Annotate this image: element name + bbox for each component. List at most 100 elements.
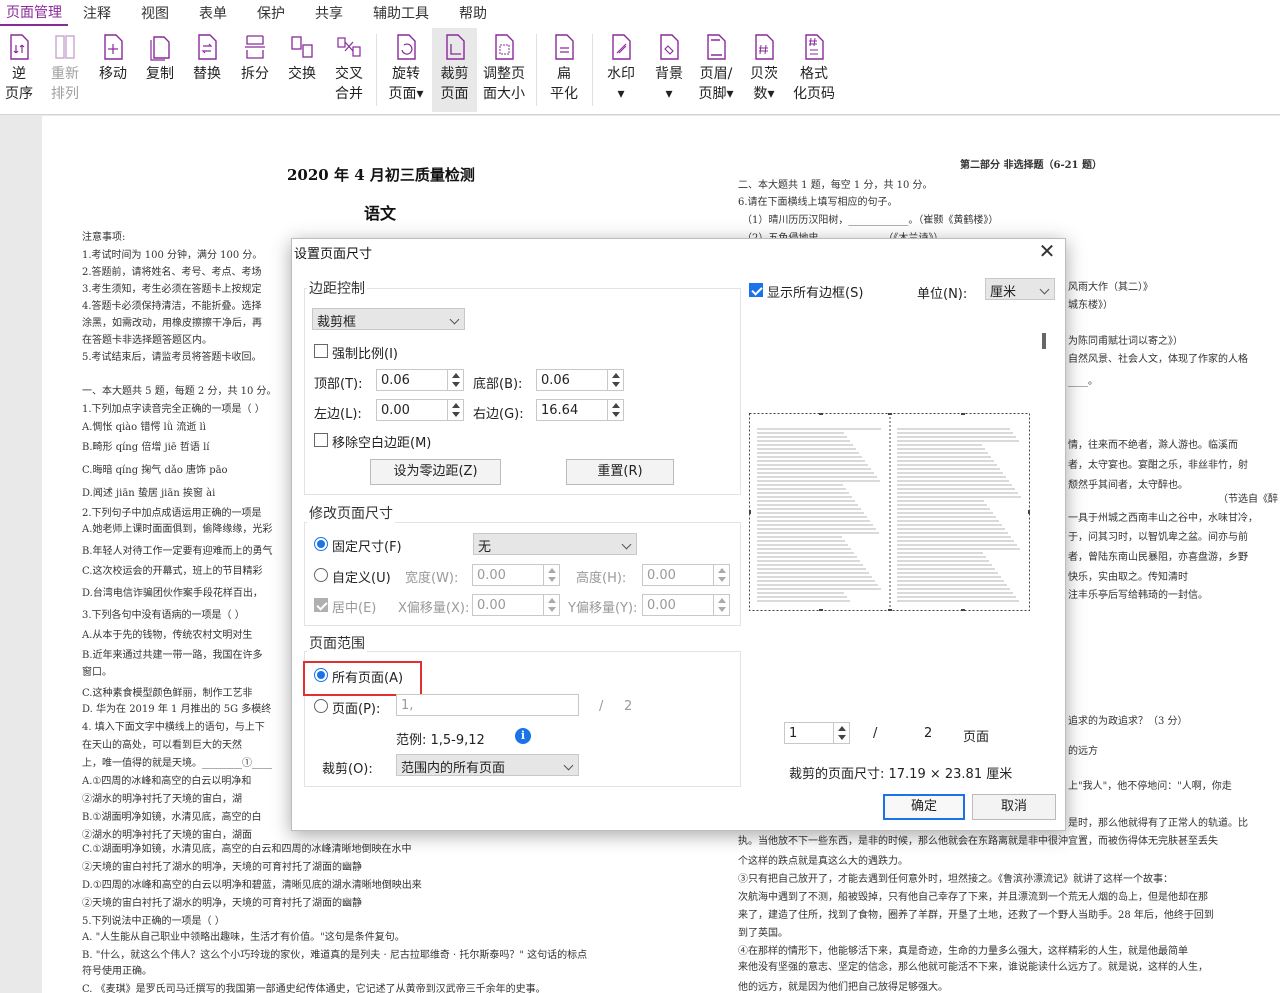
chevron-down-icon <box>1040 285 1050 295</box>
flatten-icon <box>551 32 577 62</box>
flatten-button[interactable]: 扁 平化 <box>544 28 584 112</box>
y-offset-input[interactable]: 0.00 <box>642 594 730 616</box>
spin-arrows-icon[interactable] <box>713 595 729 615</box>
force-ratio-label: 强制比例(I) <box>332 343 398 362</box>
height-input[interactable]: 0.00 <box>642 564 730 586</box>
resize-page-button[interactable]: 调整页 面大小 <box>480 28 528 112</box>
preview-page-slash: / <box>873 726 877 741</box>
preview-scrollbar[interactable] <box>1039 323 1049 713</box>
right-text-line: 注丰乐亭后写给韩琦的一封信。 <box>1068 586 1208 601</box>
right-text-line: ____。 <box>1068 372 1098 387</box>
format-page-number-button[interactable]: 格式 化页码 <box>790 28 838 112</box>
left-text-line: 4.答题卡必须保持清洁，不能折叠。选择 <box>82 297 262 312</box>
header-footer-icon <box>703 32 729 62</box>
close-icon[interactable]: ✕ <box>1037 241 1057 261</box>
left-text-line: B. "什么，就这么个伟人？这么个小巧玲珑的家伙，难道真的是列夫 · 尼古拉耶维… <box>82 946 587 961</box>
rotate-page-button[interactable]: 旋转 页面▾ <box>384 28 428 112</box>
crop-icon <box>442 32 468 62</box>
right-text-line: 的远方 <box>1068 742 1098 757</box>
spin-arrows-icon[interactable] <box>607 400 623 420</box>
cross-merge-button[interactable]: 交叉 合并 <box>329 28 369 112</box>
left-text-line: 符号使用正确。 <box>82 962 152 977</box>
tab-help[interactable]: 帮助 <box>444 0 502 26</box>
pages-input[interactable]: 1, <box>396 694 579 716</box>
spin-arrows-icon[interactable] <box>607 370 623 390</box>
force-ratio-checkbox[interactable] <box>314 344 328 358</box>
scrollbar-thumb[interactable] <box>1042 333 1046 349</box>
crop-scope-value: 范围内的所有页面 <box>401 761 505 776</box>
x-offset-input[interactable]: 0.00 <box>472 594 560 616</box>
x-offset-label: X偏移量(X): <box>398 597 469 616</box>
ribbon-separator <box>376 34 377 106</box>
right-margin-input[interactable]: 16.64 <box>536 399 624 421</box>
tab-form[interactable]: 表单 <box>184 0 242 26</box>
reset-button[interactable]: 重置(R) <box>566 459 674 485</box>
right-text-line: 次航海中遇到了不测，船被毁掉，只有他自己幸存了下来，并且漂流到一个荒无人烟的岛上… <box>738 888 1208 903</box>
top-margin-input[interactable]: 0.06 <box>376 369 464 391</box>
width-label: 宽度(W): <box>405 567 458 586</box>
split-button[interactable]: 拆分 <box>236 28 274 112</box>
crop-scope-select[interactable]: 范围内的所有页面 <box>396 754 579 776</box>
pages-radio[interactable] <box>314 699 328 713</box>
crop-page-label: 裁剪 页面 <box>441 64 469 104</box>
left-text-line: B.①湖面明净如镜，水清见底，高空的白 <box>82 808 262 823</box>
show-all-borders-checkbox[interactable] <box>749 283 763 297</box>
spin-arrows-icon[interactable] <box>543 595 559 615</box>
cancel-button[interactable]: 取消 <box>972 794 1056 820</box>
left-text-line: 3.考生须知，考生必须在答题卡上按规定 <box>82 280 262 295</box>
spin-arrows-icon[interactable] <box>447 370 463 390</box>
rearrange-button[interactable]: 重新 排列 <box>44 28 86 112</box>
left-text-line: D.①四周的冰峰和高空的白云以明净和碧蓝，清晰见底的湖水清晰地倒映出来 <box>82 876 422 891</box>
tab-share[interactable]: 共享 <box>300 0 358 26</box>
box-type-select[interactable]: 裁剪框 <box>312 308 465 330</box>
tab-page-management[interactable]: 页面管理 <box>0 0 68 26</box>
ok-button[interactable]: 确定 <box>883 794 965 820</box>
margin-control-title: 边距控制 <box>307 278 367 298</box>
custom-size-radio[interactable] <box>314 568 328 582</box>
fixed-size-radio[interactable] <box>314 537 328 551</box>
right-text-line: 颓然乎其间者，太守醉也。 <box>1068 476 1188 491</box>
set-zero-margin-button[interactable]: 设为零边距(Z) <box>370 459 501 485</box>
background-button[interactable]: 背景 ▾ <box>648 28 690 112</box>
right-text-line: （1）晴川历历汉阳树，____________。（崔颢《黄鹤楼》） <box>742 211 998 226</box>
spin-arrows-icon[interactable] <box>543 565 559 585</box>
tab-view[interactable]: 视图 <box>126 0 184 26</box>
left-margin-input[interactable]: 0.00 <box>376 399 464 421</box>
pages-value: 1, <box>401 698 413 713</box>
crop-page-button[interactable]: 裁剪 页面 <box>432 28 477 112</box>
tab-accessibility[interactable]: 辅助工具 <box>358 0 444 26</box>
bottom-margin-input[interactable]: 0.06 <box>536 369 624 391</box>
width-value: 0.00 <box>477 568 506 583</box>
right-text-line: 到了英国。 <box>738 924 788 939</box>
preview-page-input[interactable]: 1 <box>784 722 850 744</box>
move-button[interactable]: 移动 <box>94 28 132 112</box>
remove-white-margin-checkbox[interactable] <box>314 433 328 447</box>
tab-comment[interactable]: 注释 <box>68 0 126 26</box>
spin-arrows-icon[interactable] <box>713 565 729 585</box>
swap-button[interactable]: 交换 <box>283 28 321 112</box>
fixed-size-select[interactable]: 无 <box>473 533 637 555</box>
info-icon[interactable]: i <box>515 728 531 744</box>
bates-number-label: 贝茨 数▾ <box>750 64 778 104</box>
bates-number-button[interactable]: 贝茨 数▾ <box>744 28 784 112</box>
width-input[interactable]: 0.00 <box>472 564 560 586</box>
all-pages-radio[interactable] <box>314 668 328 682</box>
unit-select[interactable]: 厘米 <box>985 278 1055 300</box>
all-pages-label: 所有页面(A) <box>332 667 403 686</box>
watermark-button[interactable]: 水印 ▾ <box>600 28 642 112</box>
center-checkbox[interactable] <box>314 598 328 612</box>
header-footer-button[interactable]: 页眉/ 页脚▾ <box>694 28 738 112</box>
background-icon <box>656 32 682 62</box>
right-text-line: 上"我人"，他不停地问："人啊，你走 <box>1068 777 1232 792</box>
reverse-pages-button[interactable]: 逆 页序 <box>2 28 36 112</box>
left-text-line: 1.下列加点字读音完全正确的一项是（ ） <box>82 400 265 415</box>
replace-button[interactable]: 替换 <box>188 28 226 112</box>
spin-arrows-icon[interactable] <box>833 723 849 743</box>
spin-arrows-icon[interactable] <box>447 400 463 420</box>
unit-label: 单位(N): <box>917 283 967 302</box>
unit-value: 厘米 <box>990 285 1016 300</box>
tab-protect[interactable]: 保护 <box>242 0 300 26</box>
copy-button[interactable]: 复制 <box>141 28 179 112</box>
chevron-down-icon <box>564 761 574 771</box>
rotate-icon <box>393 32 419 62</box>
